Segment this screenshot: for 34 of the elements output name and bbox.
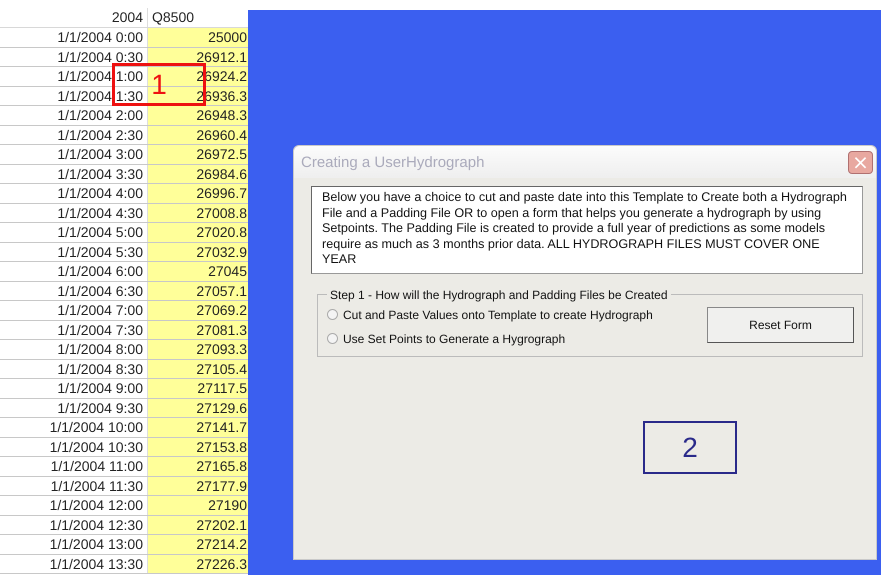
table-cell: 27020.8 <box>148 223 248 242</box>
table-cell: 27214.2 <box>148 535 248 554</box>
table-cell: 27202.1 <box>148 516 248 534</box>
table-cell: 26996.7 <box>148 184 248 202</box>
callout-label: 2 <box>643 421 737 474</box>
radio-label[interactable]: Cut and Paste Values onto Template to create Hydrograph <box>343 308 653 322</box>
table-cell: 27226.3 <box>148 554 248 573</box>
table-cell: 27045 <box>148 262 248 280</box>
table-cell: 27008.8 <box>148 204 248 222</box>
table-cell: 27032.9 <box>148 242 248 261</box>
table-cell: 27057.1 <box>148 282 248 300</box>
radio-label[interactable]: Use Set Points to Generate a Hygrograph <box>343 332 566 346</box>
dialog-title: Creating a UserHydrograph <box>301 154 484 170</box>
table-cell: 27165.8 <box>148 457 248 476</box>
table-cell: 27177.9 <box>148 476 248 495</box>
table-cell: 26984.6 <box>148 164 248 183</box>
radio-button[interactable] <box>327 309 338 320</box>
radio-button[interactable] <box>327 333 338 344</box>
table-cell: 25000 <box>148 28 248 46</box>
table-cell: 27129.6 <box>148 398 248 417</box>
table-cell: 27153.8 <box>148 438 248 456</box>
table-cell: 27093.3 <box>148 340 248 358</box>
table-cell: 26960.4 <box>148 126 248 144</box>
group-legend: Step 1 - How will the Hydrograph and Padding Files be Created <box>327 288 671 302</box>
table-cell: 27069.2 <box>148 301 248 320</box>
table-cell: 27117.5 <box>148 379 248 398</box>
table-cell: 27141.7 <box>148 418 248 436</box>
reset-button[interactable]: Reset Form <box>707 306 854 342</box>
table-cell: 27105.4 <box>148 360 248 378</box>
table-cell: 26972.5 <box>148 145 248 164</box>
table-cell: 27190 <box>148 496 248 514</box>
description-text: Below you have a choice to cut and paste date into this Template to Create both a Hydrograph File and a Padding File OR to open a form that helps you generate a hydrograph by using Setpoints. The Padding File is created to provide a full year of predictions as some models require as much as 3 months prior data. ALL HYDROGRAPH FILES MUST COVER ONE YEAR <box>311 186 863 274</box>
table-cell: 26948.3 <box>148 106 248 124</box>
table-cell: 27081.3 <box>148 320 248 339</box>
